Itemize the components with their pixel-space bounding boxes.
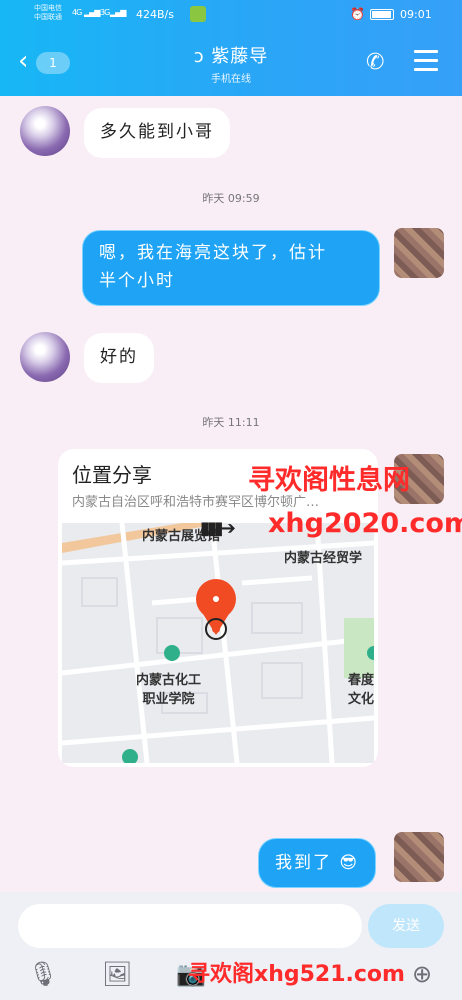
message-text: 好的 [100, 347, 138, 367]
watermark: 寻欢阁xhg521.com [188, 962, 405, 987]
contact-avatar[interactable] [20, 106, 70, 156]
watermark: xhg2020.com [268, 508, 462, 539]
message-bubble-outgoing[interactable]: 嗯，我在海亮这块了，估计 半个小时 [82, 230, 380, 306]
message-bubble-outgoing[interactable]: 我到了 😎 [258, 838, 377, 888]
poi-label-line: 春度 [348, 673, 374, 688]
carrier-labels: 中国电信 中国联通 [34, 4, 62, 22]
app-notification-icon [190, 6, 206, 22]
message-bubble-incoming[interactable]: 好的 [84, 333, 154, 383]
carrier-1: 中国电信 [34, 4, 62, 12]
message-text: 嗯，我在海亮这块了，估计 [99, 243, 327, 263]
contact-name: ↄ 紫藤导 [193, 46, 269, 67]
menu-icon[interactable] [414, 50, 438, 72]
contact-avatar[interactable] [20, 332, 70, 382]
chat-title-area[interactable]: ↄ 紫藤导 手机在线 [150, 42, 312, 85]
image-icon[interactable]: 🖼 [102, 960, 132, 988]
message-text: 半个小时 [99, 271, 175, 291]
network-speed: 424B/s [136, 8, 174, 21]
message-bubble-incoming[interactable]: 多久能到小哥 [84, 108, 230, 158]
phone-icon[interactable]: ✆ [366, 50, 384, 75]
message-input[interactable] [18, 904, 362, 948]
poi-label: 内蒙古经贸学 [284, 551, 363, 566]
ear-icon: ↄ [193, 46, 212, 67]
timestamp: 昨天 09:59 [202, 192, 260, 205]
carrier-2: 中国联通 [34, 13, 62, 21]
alarm-icon: ⏰ [350, 7, 365, 21]
battery-icon [370, 9, 394, 20]
map-preview[interactable]: 内蒙古展览馆 内蒙古经贸学 内蒙古化工 职业学院 春度 文化 [62, 523, 374, 763]
network-type-2: 3G [100, 8, 110, 17]
poi-label-line: 文化 [348, 692, 374, 707]
top-bar: 中国电信 中国联通 4G ▂▄▆ 3G ▂▄▆ 424B/s ⏰ 09:01 ‹… [0, 0, 462, 96]
location-title: 位置分享 [72, 463, 152, 487]
poi-label: 内蒙古化工 职业学院 [136, 669, 201, 707]
sunglasses-emoji-icon: 😎 [339, 853, 360, 873]
network-type-1: 4G [72, 8, 82, 17]
signal-icon: ▂▄▆ [84, 8, 101, 17]
chevron-left-icon[interactable]: ‹ [18, 48, 28, 74]
clock: 09:01 [400, 8, 432, 21]
microphone-icon[interactable]: 🎙 [28, 960, 58, 988]
send-button[interactable]: 发送 [368, 904, 444, 948]
my-avatar[interactable] [394, 228, 444, 278]
signal-icon-2: ▂▄▆ [110, 8, 127, 17]
unread-count-badge[interactable]: 1 [36, 52, 70, 74]
timestamp: 昨天 11:11 [202, 416, 260, 429]
watermark: 寻欢阁性息网 [248, 465, 410, 496]
poi-label: 春度 文化 [348, 669, 374, 707]
status-bar: 中国电信 中国联通 4G ▂▄▆ 3G ▂▄▆ 424B/s ⏰ 09:01 [0, 0, 462, 30]
online-status: 手机在线 [211, 74, 251, 85]
poi-label-line: 内蒙古化工 [136, 673, 202, 688]
poi-label-line: 职业学院 [142, 692, 195, 707]
plus-icon[interactable]: ⊕ [412, 960, 432, 988]
message-text: 我到了 [275, 853, 332, 873]
arrow-icon: ▮▮▮➔ [200, 518, 236, 539]
my-avatar[interactable] [394, 832, 444, 882]
message-text: 多久能到小哥 [100, 122, 214, 142]
